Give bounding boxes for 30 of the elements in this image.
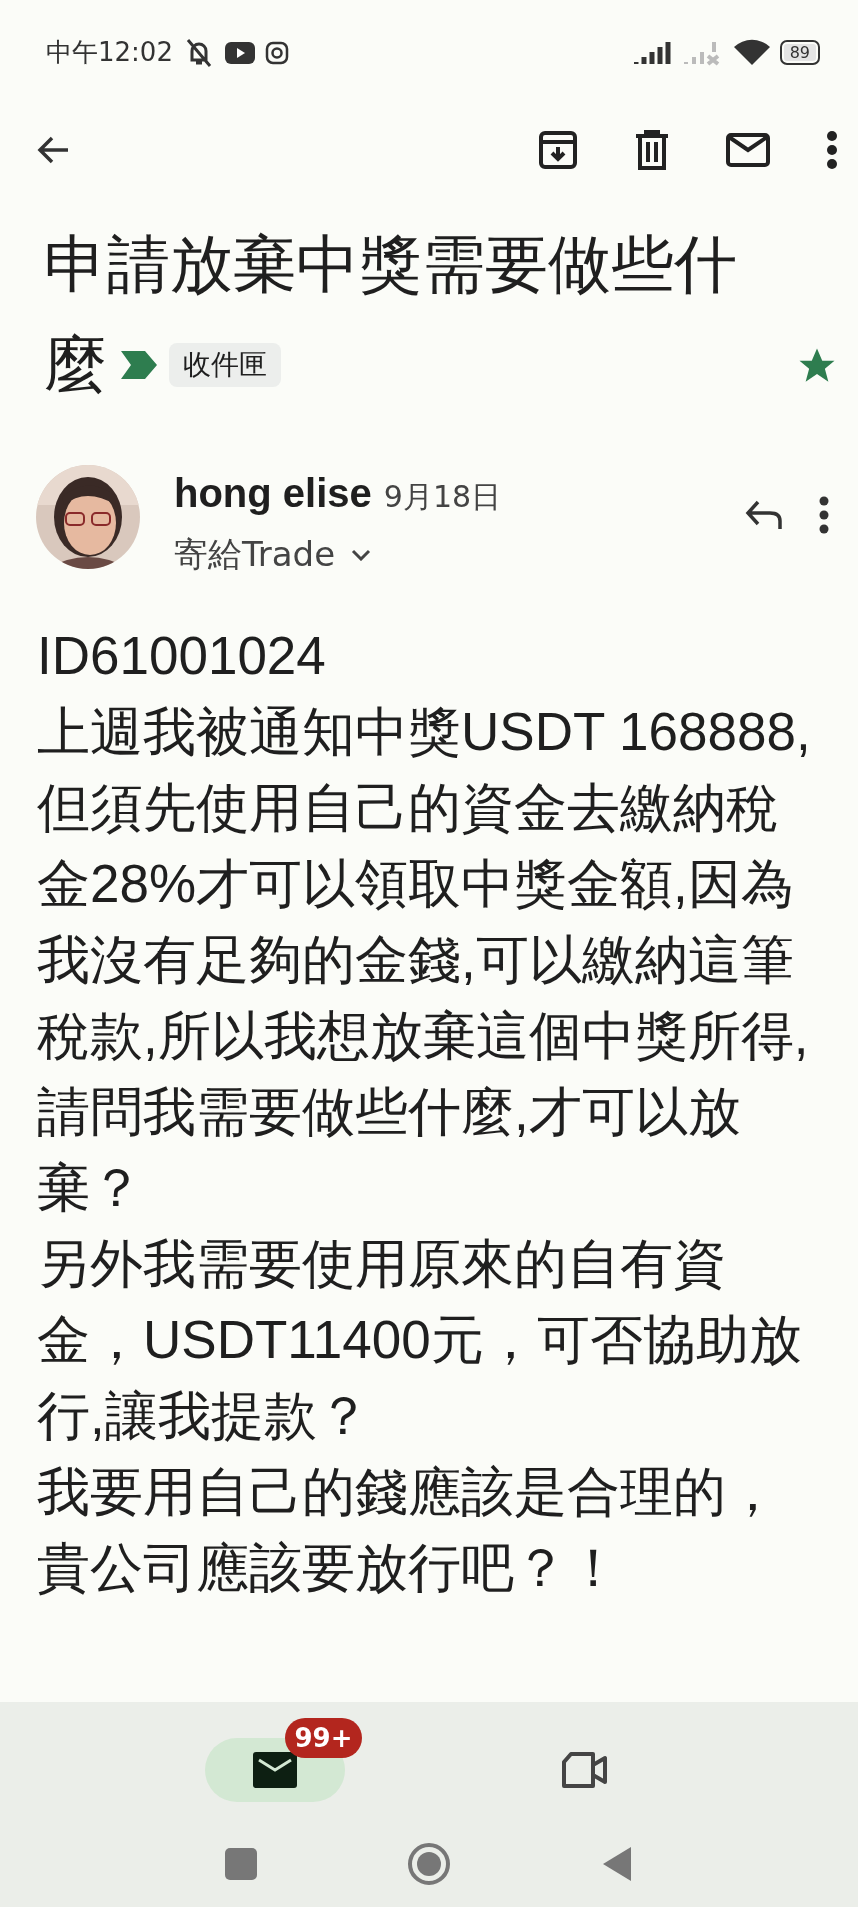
back-icon[interactable]	[601, 1844, 633, 1883]
more-icon[interactable]	[826, 130, 838, 170]
wifi-icon	[733, 38, 770, 67]
email-subject: 申請放棄中獎需要做些什	[44, 227, 737, 303]
mail-icon[interactable]	[726, 133, 770, 167]
message-paragraph: 另外我需要使用原來的自有資金，USDT11400元，可否協助放行,讓我提款？	[37, 1233, 803, 1447]
battery-level: 89	[779, 40, 820, 65]
signal-icon	[633, 39, 674, 66]
more-icon[interactable]	[818, 495, 830, 535]
camera-icon	[264, 40, 289, 65]
inbox-label[interactable]: 收件匣	[169, 343, 281, 387]
home-icon[interactable]	[407, 1841, 451, 1886]
unread-count: 99+	[284, 1718, 363, 1758]
archive-icon[interactable]	[538, 130, 578, 170]
trash-icon[interactable]	[634, 130, 670, 170]
message-paragraph: 上週我被通知中獎USDT 168888,但須先使用自己的資金去繳納稅金28%才可以領取中獎金額,因為我沒有足夠的金錢,可以繳納這筆稅款,所以我想放棄這個中獎所得,請問我需要做些什麼,才可以放棄？	[37, 701, 812, 1219]
recents-icon[interactable]	[225, 1847, 257, 1880]
mail-icon	[252, 1752, 297, 1788]
sender-name: hong elise	[174, 471, 372, 516]
recipient-toggle[interactable]: 寄給Trade	[174, 532, 372, 578]
play-icon	[224, 41, 255, 64]
email-subject: 麼	[44, 327, 107, 403]
reply-icon[interactable]	[744, 499, 784, 531]
message-paragraph: 我要用自己的錢應該是合理的，貴公司應該要放行吧？！	[37, 1461, 780, 1599]
back-arrow-icon[interactable]	[36, 135, 70, 165]
status-time: 中午12:02	[46, 36, 173, 69]
message-paragraph: ID61001024	[37, 625, 327, 687]
message-date: 9月18日	[383, 478, 502, 516]
chevron-down-icon	[351, 549, 372, 561]
video-camera-icon	[560, 1752, 607, 1788]
